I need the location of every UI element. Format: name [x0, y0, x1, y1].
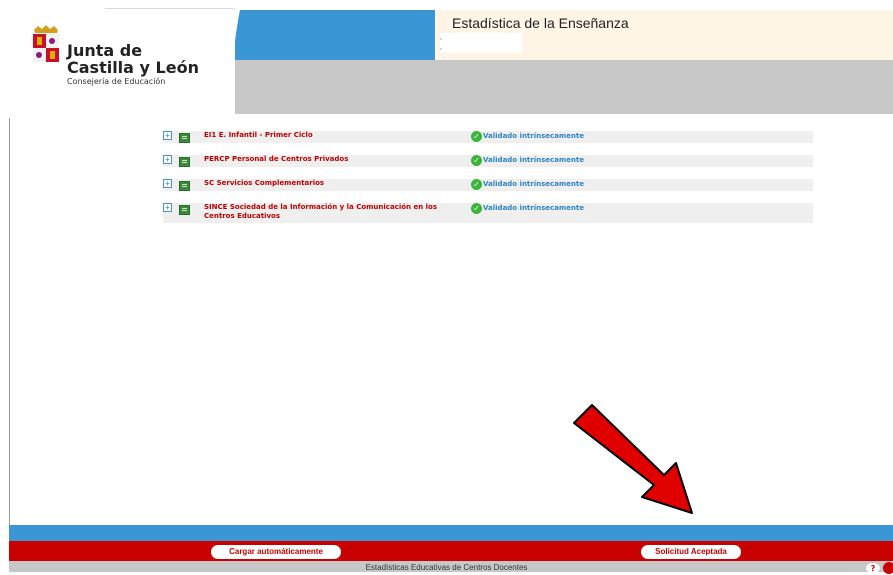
coat-of-arms-icon: [33, 25, 59, 62]
document-icon[interactable]: [179, 133, 190, 143]
status-text: Validado intrínsecamente: [483, 204, 585, 212]
item-name[interactable]: PERCP Personal de Centros Privados: [204, 155, 469, 164]
check-circle-icon: ✓: [471, 155, 482, 166]
expand-plus-icon[interactable]: +: [163, 179, 172, 188]
check-circle-icon: ✓: [471, 131, 482, 142]
footer-blue-band: [9, 525, 893, 541]
footer-toolbar: [9, 541, 893, 561]
list-item: + SC Servicios Complementarios ✓ Validad…: [163, 179, 813, 191]
document-icon[interactable]: [179, 181, 190, 191]
list-item: + EI1 E. Infantil - Primer Ciclo ✓ Valid…: [163, 131, 813, 143]
close-circle-icon[interactable]: [883, 562, 893, 574]
expand-plus-icon[interactable]: +: [163, 155, 172, 164]
check-circle-icon: ✓: [471, 179, 482, 190]
app-title: Estadística de la Enseñanza: [452, 15, 629, 31]
list-item: + SINCE Sociedad de la Información y la …: [163, 203, 813, 223]
solicitud-aceptada-button[interactable]: Solicitud Aceptada: [640, 544, 742, 560]
cargar-automaticamente-button[interactable]: Cargar automáticamente: [210, 544, 342, 560]
header-gray-band: [235, 60, 893, 114]
status-text: Validado intrínsecamente: [483, 132, 585, 140]
status-text: Validado intrínsecamente: [483, 180, 585, 188]
red-arrow-annotation: [573, 404, 693, 514]
content-left-border: [9, 118, 10, 526]
header-info-box: [440, 33, 522, 53]
expand-plus-icon[interactable]: +: [163, 203, 172, 212]
brand-subtitle: Consejería de Educación: [67, 77, 166, 86]
check-circle-icon: ✓: [471, 203, 482, 214]
list-item: + PERCP Personal de Centros Privados ✓ V…: [163, 155, 813, 167]
document-icon[interactable]: [179, 157, 190, 167]
item-name[interactable]: EI1 E. Infantil - Primer Ciclo: [204, 131, 469, 140]
footer-text: Estadísticas Educativas de Centros Docen…: [365, 563, 528, 572]
header-info-marks: ' ': [440, 37, 442, 55]
item-name[interactable]: SC Servicios Complementarios: [204, 179, 469, 188]
expand-plus-icon[interactable]: +: [163, 131, 172, 140]
document-icon[interactable]: [179, 205, 190, 215]
item-name[interactable]: SINCE Sociedad de la Información y la Co…: [204, 203, 469, 221]
status-text: Validado intrínsecamente: [483, 156, 585, 164]
